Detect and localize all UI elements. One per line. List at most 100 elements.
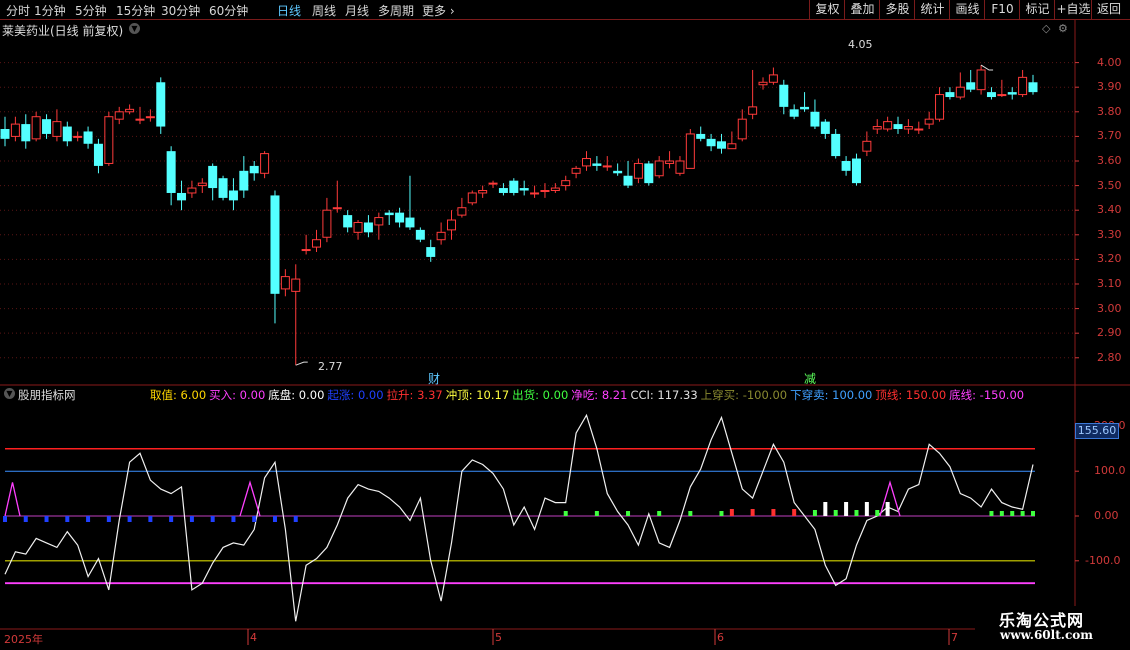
candle[interactable] — [301, 234, 311, 255]
candle[interactable] — [976, 65, 986, 95]
candle[interactable] — [93, 138, 103, 174]
candle[interactable] — [914, 121, 924, 134]
candle[interactable] — [945, 87, 955, 100]
candle[interactable] — [903, 119, 913, 134]
candle[interactable] — [83, 126, 93, 149]
candle[interactable] — [831, 129, 841, 159]
candle[interactable] — [883, 116, 893, 132]
candle[interactable] — [644, 160, 654, 186]
candle[interactable] — [800, 92, 810, 112]
candle[interactable] — [343, 210, 353, 233]
candle[interactable] — [415, 227, 425, 243]
candle[interactable] — [218, 175, 228, 201]
candle[interactable] — [498, 183, 508, 196]
candle[interactable] — [1028, 74, 1038, 95]
candle[interactable] — [613, 163, 623, 176]
candle[interactable] — [145, 109, 155, 122]
candle[interactable] — [758, 77, 768, 90]
candle[interactable] — [727, 131, 737, 150]
candle[interactable] — [851, 153, 861, 186]
candle[interactable] — [478, 185, 488, 198]
candle[interactable] — [73, 131, 83, 142]
candle[interactable] — [997, 79, 1007, 98]
candle[interactable] — [592, 156, 602, 171]
candle[interactable] — [623, 160, 633, 189]
candle[interactable] — [654, 156, 664, 179]
candle[interactable] — [291, 264, 301, 366]
candle[interactable] — [436, 222, 446, 245]
candle[interactable] — [104, 111, 114, 166]
candle[interactable] — [125, 104, 135, 115]
candle[interactable] — [509, 178, 519, 196]
candle[interactable] — [52, 109, 62, 142]
candle[interactable] — [322, 197, 332, 243]
candle[interactable] — [239, 156, 249, 198]
candle[interactable] — [270, 190, 280, 324]
candle[interactable] — [135, 106, 145, 125]
cci-tick-label: 100.0 — [1094, 464, 1126, 478]
candle[interactable] — [1018, 69, 1028, 98]
candle[interactable] — [405, 175, 415, 230]
candle[interactable] — [893, 116, 903, 134]
candle[interactable] — [685, 129, 695, 169]
candle[interactable] — [768, 67, 778, 85]
candle[interactable] — [353, 220, 363, 240]
candle[interactable] — [208, 163, 218, 201]
candle[interactable] — [581, 151, 591, 171]
candle[interactable] — [0, 116, 10, 147]
candle[interactable] — [249, 160, 259, 181]
candle[interactable] — [966, 69, 976, 93]
candle[interactable] — [260, 151, 270, 179]
candle[interactable] — [550, 183, 560, 193]
candle[interactable] — [789, 104, 799, 120]
candle[interactable] — [530, 185, 540, 198]
candle[interactable] — [675, 156, 685, 176]
candle[interactable] — [488, 180, 498, 189]
candle[interactable] — [519, 180, 529, 196]
candle[interactable] — [114, 106, 124, 125]
candle[interactable] — [384, 210, 394, 225]
candle[interactable] — [706, 133, 716, 152]
chevron-down-icon[interactable]: ▼ — [4, 388, 15, 399]
candle[interactable] — [42, 114, 52, 139]
candle[interactable] — [280, 269, 290, 297]
candle[interactable] — [374, 212, 384, 240]
candle[interactable] — [696, 126, 706, 142]
candle[interactable] — [156, 77, 166, 134]
candle[interactable] — [187, 180, 197, 198]
candle[interactable] — [31, 111, 41, 142]
price-tick-label: 3.30 — [1097, 227, 1122, 241]
candle[interactable] — [426, 239, 436, 262]
candle[interactable] — [841, 156, 851, 176]
candle[interactable] — [1007, 87, 1017, 100]
candle[interactable] — [457, 197, 467, 218]
candle[interactable] — [737, 109, 747, 142]
candle[interactable] — [935, 87, 945, 122]
marker-jian[interactable]: 减 — [804, 370, 816, 387]
candle[interactable] — [748, 69, 758, 120]
candle[interactable] — [363, 215, 373, 238]
candle[interactable] — [21, 114, 31, 149]
candle[interactable] — [633, 158, 643, 184]
candle[interactable] — [779, 79, 789, 115]
candle[interactable] — [166, 146, 176, 206]
candle[interactable] — [872, 119, 882, 134]
candle[interactable] — [571, 165, 581, 179]
candle[interactable] — [602, 156, 612, 171]
candle[interactable] — [228, 178, 238, 211]
candle[interactable] — [810, 99, 820, 130]
candle[interactable] — [986, 87, 996, 100]
candle[interactable] — [561, 175, 571, 191]
candle[interactable] — [467, 190, 477, 206]
candle[interactable] — [10, 116, 20, 142]
candle[interactable] — [862, 131, 872, 157]
candle[interactable] — [197, 178, 207, 193]
candle[interactable] — [955, 72, 965, 100]
marker-cai[interactable]: 财 — [428, 370, 440, 387]
candle[interactable] — [540, 183, 550, 198]
candle[interactable] — [62, 121, 72, 147]
candle[interactable] — [312, 229, 322, 253]
candle[interactable] — [665, 151, 675, 169]
chart-canvas[interactable] — [0, 0, 1130, 650]
candle[interactable] — [924, 111, 934, 130]
